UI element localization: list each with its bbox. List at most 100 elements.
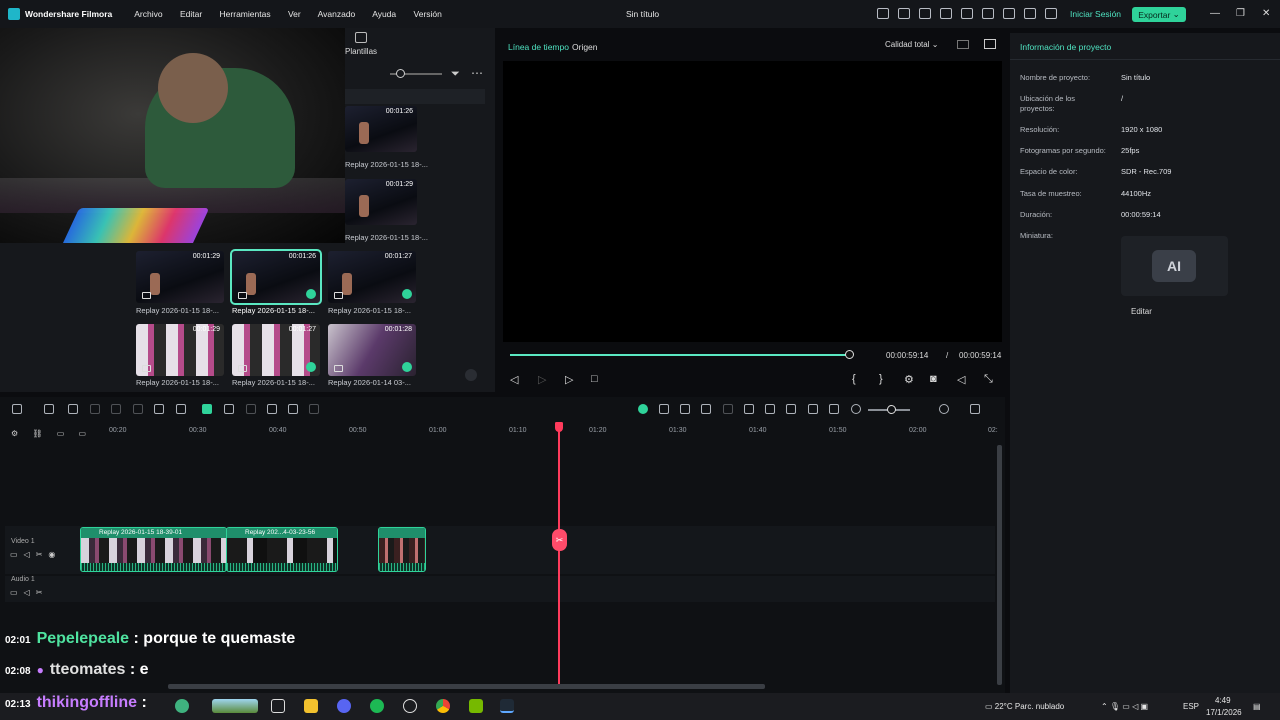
media-thumbnail[interactable]: 00:01:29 [345, 179, 417, 225]
select-tool-icon[interactable] [44, 404, 54, 414]
clock-time[interactable]: 4:49 [1215, 696, 1231, 705]
video-clip[interactable] [378, 527, 426, 572]
camera-icon[interactable]: ◙ [930, 373, 937, 385]
menu-editar[interactable]: Editar [180, 9, 202, 19]
redo-icon[interactable] [90, 404, 100, 414]
login-link[interactable]: Iniciar Sesión [1070, 9, 1121, 19]
track-tools[interactable]: ⚙ ⛓ ▭ ▭ [11, 429, 92, 438]
tab-timeline[interactable]: Línea de tiempo [508, 42, 569, 52]
media-thumbnail[interactable]: 00:01:27 [232, 324, 320, 376]
media-thumbnail[interactable]: 00:01:26 [345, 106, 417, 152]
compare-view-icon[interactable] [957, 40, 969, 49]
zoom-in-icon[interactable] [939, 404, 949, 414]
microphone-icon[interactable] [765, 404, 775, 414]
widget-icon[interactable] [212, 699, 258, 713]
captions-icon[interactable] [829, 404, 839, 414]
transform-icon[interactable] [267, 404, 277, 414]
playhead-handle[interactable] [555, 422, 563, 432]
save-icon[interactable] [961, 8, 973, 19]
tray-icons[interactable]: ⌃ 🎙 ▭ ◁ ▣ [1101, 702, 1148, 711]
edit-thumbnail-button[interactable]: Editar [1131, 307, 1152, 316]
split-icon[interactable]: ✂ [552, 529, 567, 551]
replace-icon[interactable] [808, 404, 818, 414]
sticker-icon[interactable] [701, 404, 711, 414]
text-icon[interactable] [154, 404, 164, 414]
ai-edit-icon[interactable] [202, 404, 212, 414]
split-screen-icon[interactable] [659, 404, 669, 414]
grid-icon[interactable] [1024, 8, 1036, 19]
close-icon[interactable]: ✕ [1262, 8, 1270, 19]
video-clip[interactable]: Replay 2026-01-15 18-39-01 [80, 527, 227, 572]
speed-icon[interactable] [246, 404, 256, 414]
settings-icon[interactable] [1003, 8, 1015, 19]
tab-templates[interactable]: Plantillas [345, 47, 377, 56]
mark-out-icon[interactable]: } [879, 373, 883, 385]
video-clip[interactable]: Replay 202...4-03-23-56 [226, 527, 338, 572]
stop-icon[interactable]: □ [591, 373, 598, 385]
clock-date[interactable]: 17/1/2026 [1206, 708, 1242, 717]
motion-icon[interactable] [723, 404, 733, 414]
zoom-handle[interactable] [887, 405, 896, 414]
app-icon[interactable] [403, 699, 417, 713]
play-icon[interactable]: ▷ [565, 373, 573, 386]
menu-version[interactable]: Versión [414, 9, 442, 19]
previous-frame-icon[interactable]: ◁ [510, 373, 518, 386]
templates-icon[interactable] [355, 32, 367, 43]
crop-icon[interactable] [176, 404, 186, 414]
nvidia-icon[interactable] [469, 699, 483, 713]
preview-viewer[interactable] [503, 61, 1002, 342]
slider-handle[interactable] [396, 69, 405, 78]
next-frame-icon[interactable]: ▷ [538, 373, 546, 386]
task-view-icon[interactable] [271, 699, 285, 713]
multicam-icon[interactable] [680, 404, 690, 414]
filter-icon[interactable]: ⏷ [451, 68, 460, 81]
tab-origin[interactable]: Origen [572, 42, 598, 52]
audio-track-controls[interactable]: ▭◁✂ [10, 588, 48, 597]
delete-icon[interactable] [111, 404, 121, 414]
send-icon[interactable] [898, 8, 910, 19]
export-button[interactable]: Exportar ⌄ [1132, 7, 1186, 22]
layout-icon[interactable] [919, 8, 931, 19]
shield-icon[interactable] [744, 404, 754, 414]
weather-widget[interactable]: ▭ 22°C Parc. nublado [985, 702, 1064, 711]
cut-icon[interactable] [133, 404, 143, 414]
undo-icon[interactable] [68, 404, 78, 414]
playhead[interactable] [558, 424, 560, 684]
mixer-icon[interactable] [786, 404, 796, 414]
fullscreen-icon[interactable]: ⤡ [984, 373, 993, 386]
preview-progress-bar[interactable] [510, 354, 848, 356]
video-track-controls[interactable]: ▭◁✂◉ [10, 550, 61, 559]
language-indicator[interactable]: ESP [1183, 702, 1199, 711]
timeline-horizontal-scrollbar[interactable] [168, 684, 765, 689]
zoom-out-icon[interactable] [851, 404, 861, 414]
discord-icon[interactable] [337, 699, 351, 713]
mark-in-icon[interactable]: { [852, 373, 856, 385]
menu-ver[interactable]: Ver [288, 9, 301, 19]
gift-icon[interactable] [877, 8, 889, 19]
media-thumbnail[interactable]: 00:01:29 [136, 324, 224, 376]
menu-herramientas[interactable]: Herramientas [220, 9, 271, 19]
layout-grid-icon[interactable] [12, 404, 22, 414]
snapshot-view-icon[interactable] [984, 39, 996, 49]
timeline-vertical-scrollbar[interactable] [997, 445, 1002, 685]
scroll-top-button[interactable] [465, 369, 477, 381]
cart-icon[interactable] [1045, 8, 1057, 19]
volume-icon[interactable]: ◁ [957, 373, 965, 386]
audio-track[interactable] [5, 576, 995, 602]
track-layout-icon[interactable] [970, 404, 980, 414]
media-thumbnail[interactable]: 00:01:28 [328, 324, 416, 376]
monitor-icon[interactable] [940, 8, 952, 19]
menu-ayuda[interactable]: Ayuda [372, 9, 396, 19]
media-thumbnail[interactable]: 00:01:27 [328, 251, 416, 303]
render-icon[interactable]: ⚙ [904, 373, 914, 386]
spotify-icon[interactable] [370, 699, 384, 713]
more-icon[interactable]: ⋯ [471, 66, 483, 80]
color-icon[interactable] [224, 404, 234, 414]
cloud-icon[interactable] [982, 8, 994, 19]
progress-handle[interactable] [845, 350, 854, 359]
filmora-taskbar-icon[interactable] [500, 699, 514, 713]
menu-avanzado[interactable]: Avanzado [318, 9, 356, 19]
minimize-icon[interactable]: — [1210, 8, 1220, 19]
chrome-icon[interactable] [436, 699, 450, 713]
notification-icon[interactable]: ▤ [1253, 702, 1261, 711]
